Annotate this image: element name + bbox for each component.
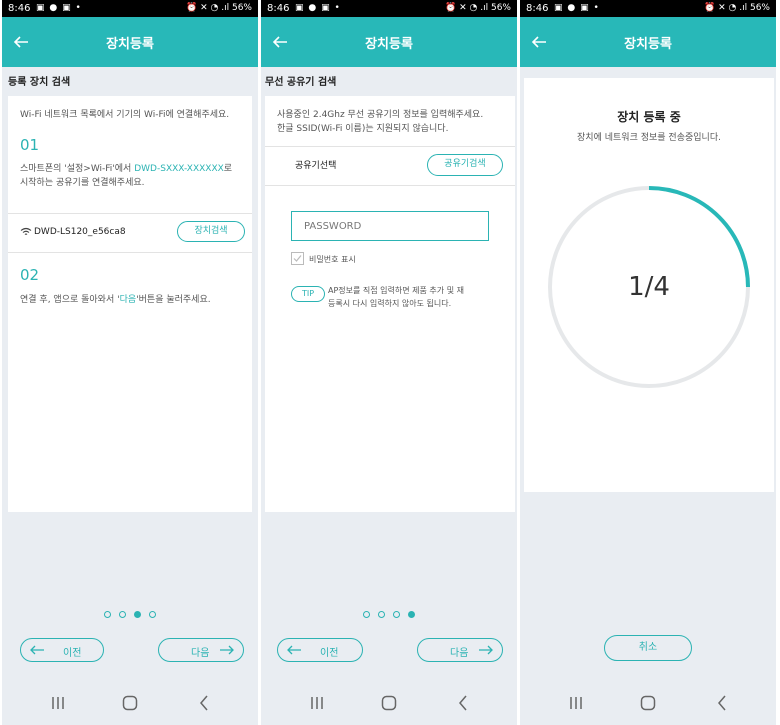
check-icon: [293, 255, 302, 262]
instruction-card: Wi-Fi 네트워크 목록에서 기기의 Wi-Fi에 연결해주세요. 01 스마…: [8, 96, 252, 512]
home-icon[interactable]: [379, 693, 399, 713]
router-search-button[interactable]: 공유기검색: [427, 154, 503, 176]
system-back-icon[interactable]: [712, 693, 732, 713]
status-bar: 8:46 ▣ ● ▣ • ⏰ ✕ ◔ .ıl 56%: [2, 0, 258, 17]
system-nav-bar: [2, 683, 258, 725]
show-password-checkbox[interactable]: [291, 252, 304, 265]
arrow-right-icon: [479, 645, 493, 655]
page-indicator: [261, 603, 517, 618]
system-nav-bar: [261, 683, 517, 725]
divider: [8, 213, 252, 214]
system-nav-bar: [520, 683, 776, 725]
page-title: 장치등록: [624, 37, 672, 52]
next-button[interactable]: 다음: [158, 638, 244, 662]
intro-text: Wi-Fi 네트워크 목록에서 기기의 Wi-Fi에 연결해주세요.: [20, 110, 230, 120]
page-dot-active: [134, 611, 141, 618]
router-intro: 사용중인 2.4Ghz 무선 공유기의 정보를 입력해주세요. 한글 SSID(W…: [277, 108, 511, 136]
wifi-icon: [20, 227, 32, 235]
step2-instruction: 연결 후, 앱으로 돌아와서 '다음'버튼을 눌러주세요.: [20, 293, 248, 307]
page-dot: [104, 611, 111, 618]
system-back-icon[interactable]: [453, 693, 473, 713]
password-field[interactable]: PASSWORD: [291, 211, 489, 241]
ssid-prefix-highlight: DWD-SXXX-XXXXXX: [134, 164, 224, 174]
page-title: 장치등록: [106, 37, 154, 52]
password-placeholder: PASSWORD: [304, 221, 362, 232]
status-time: 8:46: [526, 3, 549, 14]
notification-icons: ▣ ● ▣ •: [36, 3, 82, 13]
step1-instruction: 스마트폰의 '설정>Wi-Fi'에서 DWD-SXXX-XXXXXX로시작하는 …: [20, 162, 248, 190]
tip-text: AP정보를 직접 입력하면 제품 추가 및 재등록시 다시 입력하지 않아도 됩…: [328, 284, 498, 310]
device-search-button[interactable]: 장치검색: [177, 221, 245, 242]
divider: [265, 185, 515, 186]
progress-heading: 장치 등록 중: [617, 110, 681, 124]
recent-apps-icon[interactable]: [48, 693, 68, 713]
tip-line: AP정보를 직접 입력하면 제품 추가 및 재: [328, 286, 464, 295]
page-dot-active: [408, 611, 415, 618]
next-highlight: 다음: [119, 295, 137, 305]
prev-button[interactable]: 이전: [277, 638, 363, 662]
step-number: 02: [20, 266, 40, 284]
notification-icons: ▣ ● ▣ •: [295, 3, 341, 13]
status-bar: 8:46 ▣ ● ▣ • ⏰ ✕ ◔ .ıl 56%: [520, 0, 776, 17]
page-title: 장치등록: [365, 37, 413, 52]
step1-text: 스마트폰의 '설정>Wi-Fi'에서: [20, 164, 135, 174]
intro-line: 사용중인 2.4Ghz 무선 공유기의 정보를 입력해주세요.: [277, 110, 484, 120]
system-status-icons: ⏰ ✕ ◔ .ıl 56%: [445, 3, 511, 13]
system-back-icon[interactable]: [194, 693, 214, 713]
page-dot: [378, 611, 385, 618]
system-status-icons: ⏰ ✕ ◔ .ıl 56%: [704, 3, 770, 13]
prev-button[interactable]: 이전: [20, 638, 104, 662]
arrow-left-icon: [287, 645, 301, 655]
device-name: DWD-LS120_e56ca8: [34, 227, 126, 237]
section-title: 등록 장치 검색: [8, 77, 71, 88]
section-title: 무선 공유기 검색: [265, 77, 337, 88]
prev-label: 이전: [320, 648, 339, 659]
arrow-right-icon: [220, 645, 234, 655]
page-dot: [363, 611, 370, 618]
tip-line: 등록시 다시 입력하지 않아도 됩니다.: [328, 299, 452, 308]
app-bar: 장치등록: [261, 17, 517, 67]
screen-device-search: 8:46 ▣ ● ▣ • ⏰ ✕ ◔ .ıl 56% 장치등록 등록 장치 검색…: [2, 0, 258, 725]
page-dot: [393, 611, 400, 618]
notification-icons: ▣ ● ▣ •: [554, 3, 600, 13]
screen-registering: 8:46 ▣ ● ▣ • ⏰ ✕ ◔ .ıl 56% 장치등록 장치 등록 중 …: [520, 0, 776, 725]
page-dot: [149, 611, 156, 618]
divider: [265, 146, 515, 147]
progress-subtext: 장치에 네트워크 정보를 전송중입니다.: [577, 133, 721, 143]
app-bar: 장치등록: [520, 17, 776, 67]
next-label: 다음: [191, 648, 210, 659]
next-button[interactable]: 다음: [417, 638, 503, 662]
recent-apps-icon[interactable]: [307, 693, 327, 713]
status-time: 8:46: [267, 3, 290, 14]
step2-text: 연결 후, 앱으로 돌아와서 ': [20, 295, 120, 305]
arrow-left-icon: [30, 645, 44, 655]
page-dot: [119, 611, 126, 618]
recent-apps-icon[interactable]: [566, 693, 586, 713]
step2-text-suffix: '버튼을 눌러주세요.: [136, 295, 211, 305]
next-label: 다음: [450, 648, 469, 659]
step1-text-suffix: 로: [223, 164, 233, 174]
divider: [8, 252, 252, 253]
intro-line: 한글 SSID(Wi-Fi 이름)는 지원되지 않습니다.: [277, 124, 449, 134]
home-icon[interactable]: [120, 693, 140, 713]
router-select-label: 공유기선택: [295, 161, 337, 171]
home-icon[interactable]: [638, 693, 658, 713]
show-password-label: 비밀번호 표시: [309, 255, 356, 264]
status-time: 8:46: [8, 3, 31, 14]
screen-router-search: 8:46 ▣ ● ▣ • ⏰ ✕ ◔ .ıl 56% 장치등록 무선 공유기 검…: [261, 0, 517, 725]
progress-card: 장치 등록 중 장치에 네트워크 정보를 전송중입니다. 1/4: [524, 78, 774, 492]
system-status-icons: ⏰ ✕ ◔ .ıl 56%: [186, 3, 252, 13]
tip-badge: TIP: [291, 286, 325, 302]
status-bar: 8:46 ▣ ● ▣ • ⏰ ✕ ◔ .ıl 56%: [261, 0, 517, 17]
page-indicator: [2, 603, 258, 618]
prev-label: 이전: [63, 648, 82, 659]
progress-counter: 1/4: [628, 272, 670, 302]
cancel-button[interactable]: 취소: [604, 635, 692, 661]
step1-text-line2: 시작하는 공유기를 연결해주세요.: [20, 178, 145, 188]
app-bar: 장치등록: [2, 17, 258, 67]
step-number: 01: [20, 136, 40, 154]
